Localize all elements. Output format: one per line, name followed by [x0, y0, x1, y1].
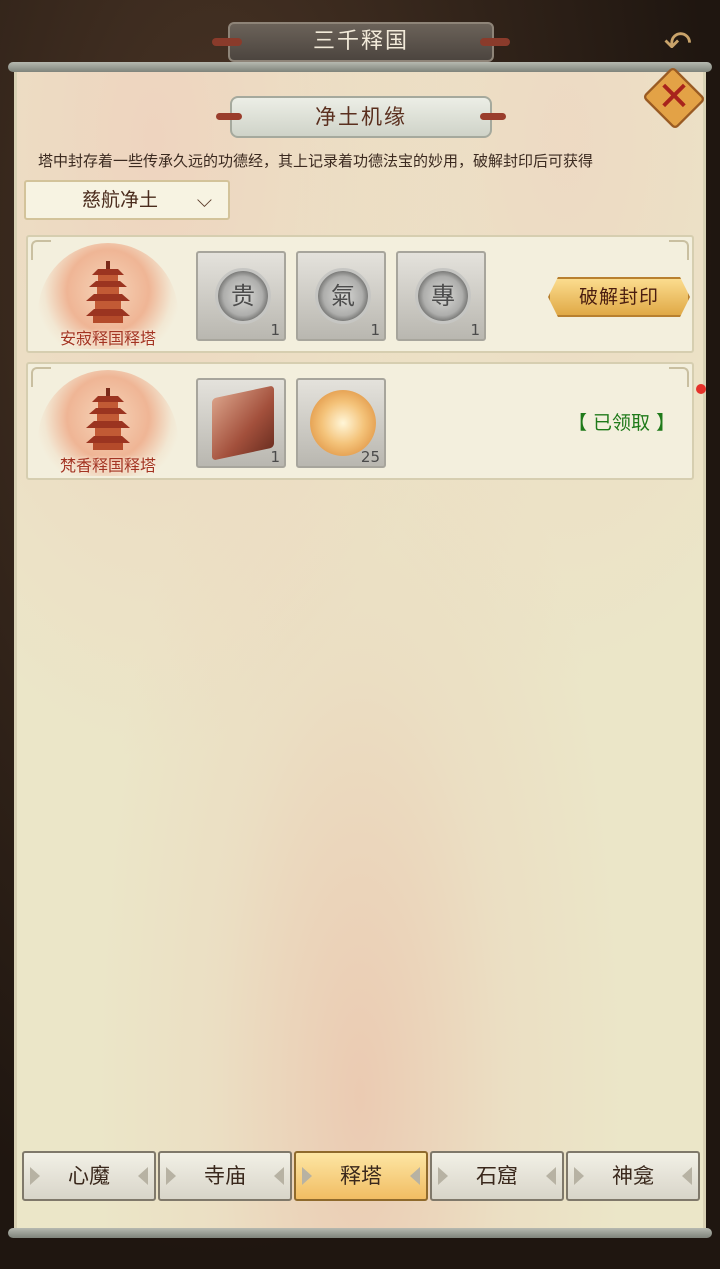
tab-xinmo[interactable]: 心魔 — [22, 1151, 156, 1201]
tower-name: 安寂释国释塔 — [59, 329, 156, 348]
tab-simiao[interactable]: 寺庙 — [158, 1151, 292, 1201]
reward-item-slot[interactable]: 贵 1 — [196, 251, 286, 341]
tower-name: 梵香释国释塔 — [59, 456, 156, 475]
section-title: 净土机缘 — [216, 96, 506, 138]
corner-ornament — [669, 367, 689, 387]
silver-seal-icon: 氣 — [315, 268, 371, 324]
reward-item-slot[interactable]: 25 — [296, 378, 386, 468]
tower-row: 梵香释国释塔 1 25 【 已领取 】 — [26, 362, 694, 480]
corner-ornament — [31, 240, 51, 260]
reward-item-slot[interactable]: 氣 1 — [296, 251, 386, 341]
item-count: 1 — [470, 321, 480, 339]
page-title: 三千释国 — [212, 22, 510, 62]
description-text: 塔中封存着一些传承久远的功德经，其上记录着功德法宝的妙用，破解封印后可获得 — [38, 152, 594, 170]
item-count: 1 — [270, 448, 280, 466]
scroll-rod-top — [8, 62, 712, 72]
tower-row: 安寂释国释塔 贵 1 氣 1 專 1 破解封印 — [26, 235, 694, 353]
back-arrow-icon[interactable]: ↶ — [650, 22, 706, 66]
golden-lotus-icon — [310, 390, 376, 456]
silver-seal-icon: 專 — [415, 268, 471, 324]
reward-item-slot[interactable]: 1 — [196, 378, 286, 468]
dropdown-selected-value: 慈航净土 — [82, 189, 159, 211]
tab-shiku[interactable]: 石窟 — [430, 1151, 564, 1201]
reward-item-slot[interactable]: 專 1 — [396, 251, 486, 341]
pagoda-icon — [86, 388, 130, 450]
close-icon[interactable]: ✕ — [644, 70, 704, 126]
pagoda-icon — [86, 261, 130, 323]
notification-dot — [696, 384, 706, 394]
claimed-status: 【 已领取 】 — [568, 412, 676, 434]
corner-ornament — [31, 367, 51, 387]
scripture-book-icon — [212, 385, 274, 461]
item-count: 1 — [270, 321, 280, 339]
tab-shenkan[interactable]: 神龛 — [566, 1151, 700, 1201]
chevron-down-icon: ⌵ — [196, 188, 212, 212]
region-dropdown[interactable]: 慈航净土 ⌵ — [24, 180, 230, 220]
tab-shita[interactable]: 释塔 — [294, 1151, 428, 1201]
item-count: 25 — [360, 448, 380, 466]
item-count: 1 — [370, 321, 380, 339]
silver-seal-icon: 贵 — [215, 268, 271, 324]
scroll-rod-bottom — [8, 1228, 712, 1238]
break-seal-button[interactable]: 破解封印 — [548, 277, 690, 317]
corner-ornament — [669, 240, 689, 260]
